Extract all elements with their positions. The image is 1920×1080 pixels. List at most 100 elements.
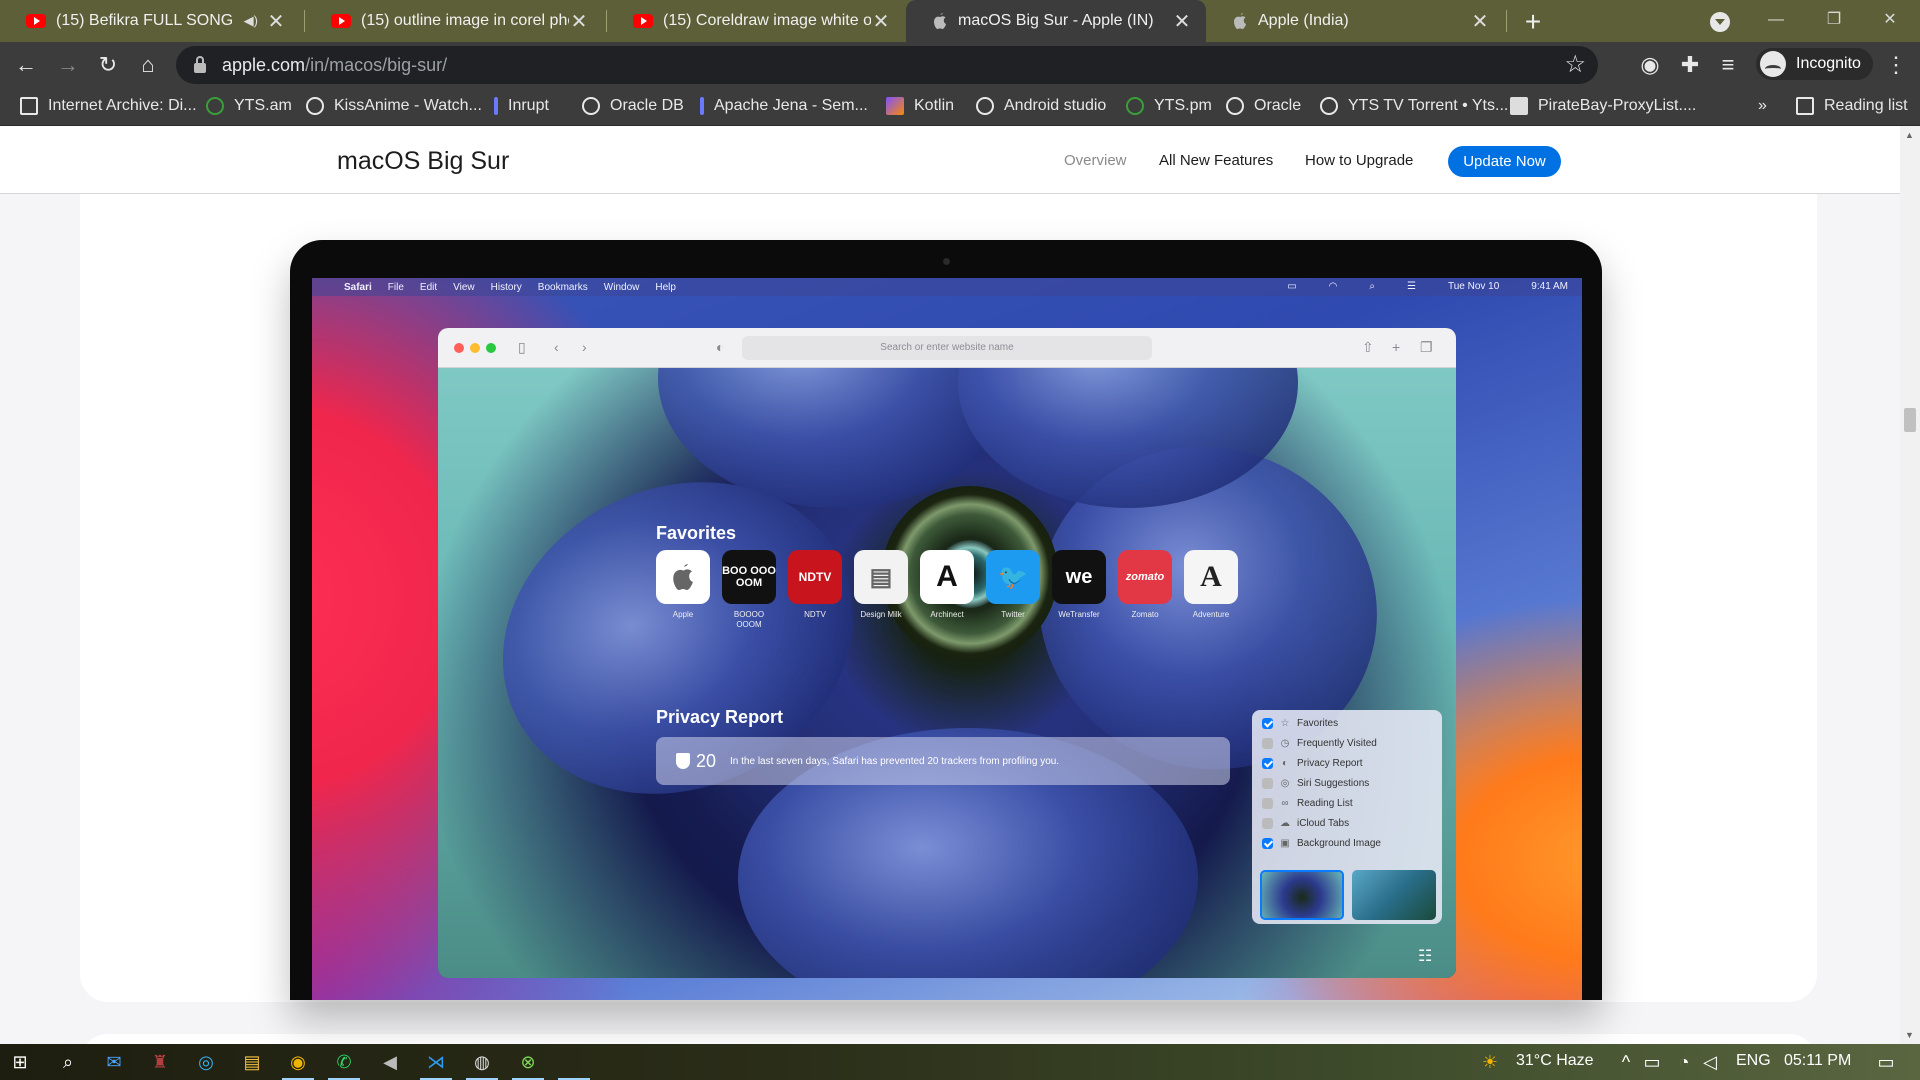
reading-list-button[interactable]: Reading list: [1796, 88, 1908, 124]
safari-window: ▯ ‹ › ◐ Search or enter website name ⇧ +…: [438, 328, 1456, 978]
scroll-down-arrow-icon[interactable]: ▼: [1905, 1030, 1914, 1040]
privacy-report-card: 20 In the last seven days, Safari has pr…: [656, 737, 1230, 785]
extension-circle-icon[interactable]: ◉: [1634, 50, 1666, 80]
tab-1[interactable]: (15) Befikra FULL SONG with ◀) ✕: [0, 0, 300, 42]
tab-2[interactable]: (15) outline image in corel photo ✕: [305, 0, 603, 42]
battery-icon: ▭: [1287, 281, 1297, 292]
search-icon[interactable]: ⌕: [56, 1050, 80, 1074]
kotlin-icon: [886, 97, 904, 115]
extensions-puzzle-icon[interactable]: ✚: [1674, 50, 1706, 80]
weather-icon[interactable]: ☀: [1478, 1050, 1502, 1074]
close-window-button[interactable]: ✕: [1862, 0, 1918, 42]
tab-3[interactable]: (15) Coreldraw image white outli ✕: [607, 0, 905, 42]
start-page: Favorites Apple BOO OOO OOM BOOOO OOOM N…: [438, 368, 1456, 978]
boooooom-logo-icon: BOO OOO OOM: [722, 550, 776, 604]
bookmarks-overflow-button[interactable]: »: [1758, 88, 1767, 124]
notifications-icon[interactable]: ▭: [1874, 1050, 1898, 1074]
shield-icon: ◐: [1281, 757, 1289, 769]
bookmark-kissanime[interactable]: KissAnime - Watch...: [306, 88, 482, 124]
weather-text[interactable]: 31°C Haze: [1516, 1052, 1594, 1070]
xbox-icon[interactable]: ⊗: [516, 1050, 540, 1074]
menu-kebab-icon[interactable]: ⋮: [1880, 50, 1912, 80]
address-bar[interactable]: apple.com/in/macos/big-sur/ ☆: [176, 46, 1598, 84]
speaker-icon[interactable]: ◀): [244, 13, 258, 29]
battery-icon[interactable]: ▭: [1640, 1050, 1664, 1074]
close-tab-icon[interactable]: ✕: [569, 9, 589, 34]
gaming-app-icon[interactable]: ♜: [148, 1050, 172, 1074]
incognito-badge[interactable]: Incognito: [1756, 48, 1873, 80]
tab-5[interactable]: Apple (India) ✕: [1206, 0, 1504, 42]
scrollbar-thumb[interactable]: [1904, 408, 1916, 432]
bookmark-piratebay[interactable]: PirateBay-ProxyList....: [1510, 88, 1696, 124]
piratebay-icon: [1510, 97, 1528, 115]
option-label: Favorites: [1297, 717, 1339, 729]
close-tab-icon[interactable]: ✕: [266, 9, 286, 34]
mail-icon[interactable]: ✉: [102, 1050, 126, 1074]
file-explorer-icon[interactable]: ▤: [240, 1050, 264, 1074]
favorite-ndtv: NDTV NDTV: [788, 550, 842, 630]
forward-arrow-icon[interactable]: →: [52, 50, 84, 80]
background-thumbnail-flower: [1260, 870, 1344, 920]
reload-icon[interactable]: ↻: [92, 50, 124, 80]
tab-divider: [1506, 10, 1507, 32]
bookmark-yts-pm[interactable]: YTS.pm: [1126, 88, 1212, 124]
bookmark-inrupt[interactable]: Inrupt: [494, 88, 549, 124]
restore-button[interactable]: ❐: [1806, 0, 1862, 42]
back-arrow-icon[interactable]: ←: [10, 50, 42, 80]
tab-strip: (15) Befikra FULL SONG with ◀) ✕ (15) ou…: [0, 0, 1920, 42]
new-tab-button[interactable]: +: [1518, 6, 1548, 38]
menubar-item: Safari: [344, 281, 372, 293]
checkbox-checked: [1262, 717, 1273, 729]
bookmark-yts-am[interactable]: YTS.am: [206, 88, 292, 124]
wetransfer-logo-icon: we: [1052, 550, 1106, 604]
favorite-archinect: A Archinect: [920, 550, 974, 630]
update-now-button[interactable]: Update Now: [1448, 146, 1561, 177]
nav-overview[interactable]: Overview: [1064, 152, 1127, 169]
minimize-button[interactable]: —: [1748, 0, 1804, 42]
chrome-icon[interactable]: ◉: [286, 1050, 310, 1074]
bookmark-oracle-db[interactable]: Oracle DB: [582, 88, 684, 124]
scroll-up-arrow-icon[interactable]: ▲: [1905, 130, 1914, 140]
app-circle-icon[interactable]: ◍: [470, 1050, 494, 1074]
web-page: macOS Big Sur Overview All New Features …: [0, 126, 1900, 1044]
tab-search-icon[interactable]: [1710, 12, 1730, 32]
bookmark-label: Internet Archive: Di...: [48, 97, 197, 114]
apple-icon: [1232, 12, 1248, 30]
close-tab-icon[interactable]: ✕: [871, 9, 891, 34]
page-scrollbar[interactable]: ▲ ▼: [1900, 126, 1920, 1044]
bookmark-label: YTS TV Torrent • Yts...: [1348, 97, 1509, 114]
bookmark-android-studio[interactable]: Android studio: [976, 88, 1106, 124]
nav-all-new-features[interactable]: All New Features: [1159, 152, 1273, 169]
macbook-frame: Safari File Edit View History Bookmarks …: [290, 240, 1602, 1000]
lock-icon[interactable]: [194, 56, 206, 73]
image-icon: ▣: [1280, 837, 1290, 849]
tab-4-active[interactable]: macOS Big Sur - Apple (IN) ✕: [906, 0, 1206, 42]
customize-start-page-popover: ☆ Favorites ◷ Frequently Visited ◐ Privacy …: [1252, 710, 1442, 924]
bookmark-yts-tv[interactable]: YTS TV Torrent • Yts...: [1320, 88, 1508, 124]
clock[interactable]: 05:11 PM: [1784, 1052, 1851, 1070]
edge-icon[interactable]: ◎: [194, 1050, 218, 1074]
nav-how-to-upgrade[interactable]: How to Upgrade: [1305, 152, 1413, 169]
language-indicator[interactable]: ENG: [1736, 1052, 1771, 1070]
product-title[interactable]: macOS Big Sur: [337, 147, 509, 176]
tray-chevron-icon[interactable]: ^: [1614, 1050, 1638, 1074]
bookmark-apache-jena[interactable]: Apache Jena - Sem...: [700, 88, 868, 124]
bookmark-star-icon[interactable]: ☆: [1564, 50, 1586, 79]
bookmark-oracle[interactable]: Oracle: [1226, 88, 1301, 124]
media-control-icon[interactable]: ≡: [1712, 50, 1744, 80]
windows-start-icon[interactable]: ⊞: [8, 1050, 32, 1074]
wifi-icon[interactable]: ◔: [1672, 1050, 1696, 1074]
bookmark-internet-archive[interactable]: Internet Archive: Di...: [20, 88, 197, 124]
macbook-screen: Safari File Edit View History Bookmarks …: [312, 278, 1582, 1000]
media-player-icon[interactable]: ◀: [378, 1050, 402, 1074]
home-icon[interactable]: ⌂: [132, 50, 164, 80]
bookmark-kotlin[interactable]: Kotlin: [886, 88, 954, 124]
whatsapp-icon[interactable]: ✆: [332, 1050, 356, 1074]
checkbox-checked: [1262, 757, 1273, 769]
vscode-icon[interactable]: ⋊: [424, 1050, 448, 1074]
close-tab-icon[interactable]: ✕: [1470, 9, 1490, 34]
archinect-logo-icon: A: [920, 550, 974, 604]
volume-icon[interactable]: ◁: [1698, 1050, 1722, 1074]
close-tab-icon[interactable]: ✕: [1172, 9, 1192, 34]
browser-toolbar: ← → ↻ ⌂ apple.com/in/macos/big-sur/ ☆ ◉ …: [0, 42, 1920, 88]
